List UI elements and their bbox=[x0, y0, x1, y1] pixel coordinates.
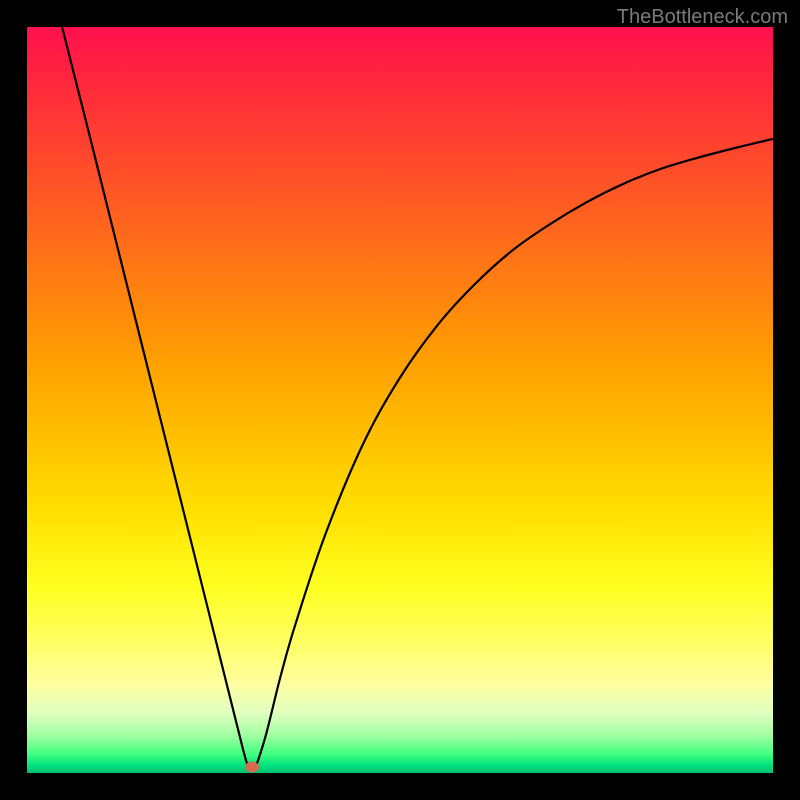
watermark-text: TheBottleneck.com bbox=[617, 6, 788, 29]
chart-curve bbox=[27, 27, 773, 773]
minimum-marker bbox=[245, 762, 259, 773]
